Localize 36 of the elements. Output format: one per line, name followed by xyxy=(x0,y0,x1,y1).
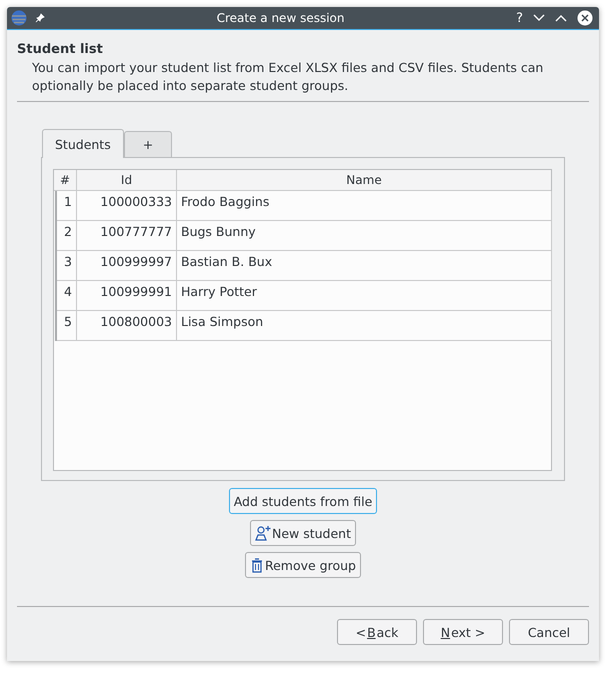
pin-icon[interactable] xyxy=(35,13,45,23)
section-title: Student list xyxy=(17,42,104,57)
close-icon[interactable] xyxy=(577,10,593,26)
table-cell: 4 xyxy=(57,281,77,310)
add-person-icon xyxy=(254,525,271,541)
table-cell: Bugs Bunny xyxy=(177,221,552,250)
dialog-button[interactable]: Cancel xyxy=(509,619,589,645)
table-cell: 100999997 xyxy=(77,251,177,280)
section-description: You can import your student list from Excel XLSX files and CSV files. Students can optionally be placed into separate student groups. xyxy=(31,59,544,95)
tab[interactable]: + xyxy=(124,131,172,157)
column-header[interactable]: Id xyxy=(77,170,177,190)
table-cell: 1 xyxy=(57,191,77,220)
tab[interactable]: Students xyxy=(42,129,124,158)
table-cell: Harry Potter xyxy=(177,281,552,310)
dialog-button[interactable]: Next > xyxy=(423,619,503,645)
table-cell: Lisa Simpson xyxy=(177,311,552,340)
table-cell: 2 xyxy=(57,221,77,250)
trash-icon xyxy=(250,557,264,573)
action-button[interactable]: Add students from file xyxy=(228,488,378,514)
action-button[interactable]: New student xyxy=(250,520,356,546)
window-title: Create a new session xyxy=(216,11,346,25)
dialog-button[interactable]: <Back xyxy=(337,619,417,645)
table-cell: 5 xyxy=(57,311,77,340)
column-header[interactable]: # xyxy=(54,170,77,190)
table-cell: 3 xyxy=(57,251,77,280)
action-button[interactable]: Remove group xyxy=(244,552,361,578)
help-button[interactable]: ? xyxy=(516,10,523,26)
table-cell: 100000333 xyxy=(77,191,177,220)
table-cell: 100999991 xyxy=(77,281,177,310)
minimize-icon[interactable] xyxy=(533,14,545,22)
column-header[interactable]: Name xyxy=(177,170,551,190)
table-cell: 100800003 xyxy=(77,311,177,340)
maximize-icon[interactable] xyxy=(555,14,567,22)
table-cell: 100777777 xyxy=(77,221,177,250)
table-cell: Bastian B. Bux xyxy=(177,251,552,280)
table-cell: Frodo Baggins xyxy=(177,191,552,220)
